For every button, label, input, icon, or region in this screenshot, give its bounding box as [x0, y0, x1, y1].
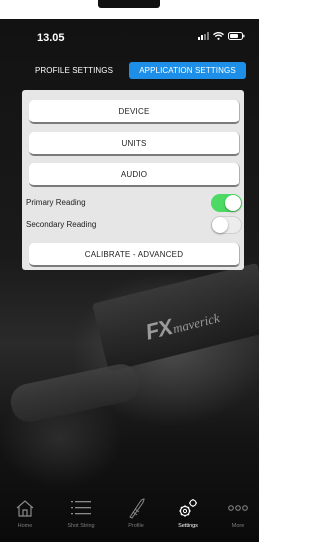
nav-shot-string[interactable]: Shot String — [56, 496, 106, 529]
list-icon — [70, 496, 92, 520]
more-dots-icon — [227, 496, 249, 520]
nav-settings-label: Settings — [178, 523, 198, 529]
secondary-reading-label: Secondary Reading — [26, 220, 97, 229]
dynamic-notch — [98, 0, 160, 8]
primary-reading-toggle[interactable] — [211, 194, 242, 212]
device-button[interactable]: DEVICE — [29, 100, 240, 124]
nav-profile-label: Profile — [128, 523, 144, 529]
toggle-knob — [212, 217, 228, 233]
nav-home-label: Home — [17, 523, 33, 529]
units-button[interactable]: UNITS — [29, 132, 240, 156]
brand-logo-fx: FX — [142, 314, 175, 345]
bullet-icon — [126, 496, 146, 520]
calibrate-advanced-button[interactable]: CALIBRATE - ADVANCED — [29, 243, 240, 267]
bottom-navigation: Home Shot String Profile Settings More — [0, 489, 259, 542]
wifi-icon — [213, 32, 224, 40]
tab-profile-settings[interactable]: PROFILE SETTINGS — [19, 62, 129, 79]
primary-reading-row: Primary Reading — [22, 194, 244, 212]
secondary-reading-row: Secondary Reading — [22, 216, 244, 234]
secondary-reading-toggle[interactable] — [211, 216, 242, 234]
nav-settings[interactable]: Settings — [163, 496, 213, 529]
nav-profile[interactable]: Profile — [111, 496, 161, 529]
signal-icon — [198, 32, 209, 40]
status-time: 13.05 — [37, 32, 65, 44]
app-screen: FXmaverick 13.05 PROFILE SETTINGS APPLIC… — [0, 19, 259, 542]
nav-more-label: More — [231, 523, 245, 529]
nav-home[interactable]: Home — [0, 496, 50, 529]
application-settings-panel: DEVICE UNITS AUDIO Primary Reading Secon… — [22, 90, 244, 270]
primary-reading-label: Primary Reading — [26, 198, 86, 207]
nav-more[interactable]: More — [213, 496, 259, 529]
audio-button[interactable]: AUDIO — [29, 163, 240, 187]
status-bar: 13.05 — [0, 19, 259, 53]
status-icons — [198, 32, 245, 40]
nav-shot-string-label: Shot String — [67, 523, 95, 529]
home-icon — [15, 496, 35, 520]
gears-icon — [177, 496, 199, 520]
toggle-knob — [225, 195, 241, 211]
tab-application-settings[interactable]: APPLICATION SETTINGS — [129, 62, 246, 79]
settings-tabs: PROFILE SETTINGS APPLICATION SETTINGS — [19, 62, 246, 79]
battery-icon — [228, 32, 245, 40]
